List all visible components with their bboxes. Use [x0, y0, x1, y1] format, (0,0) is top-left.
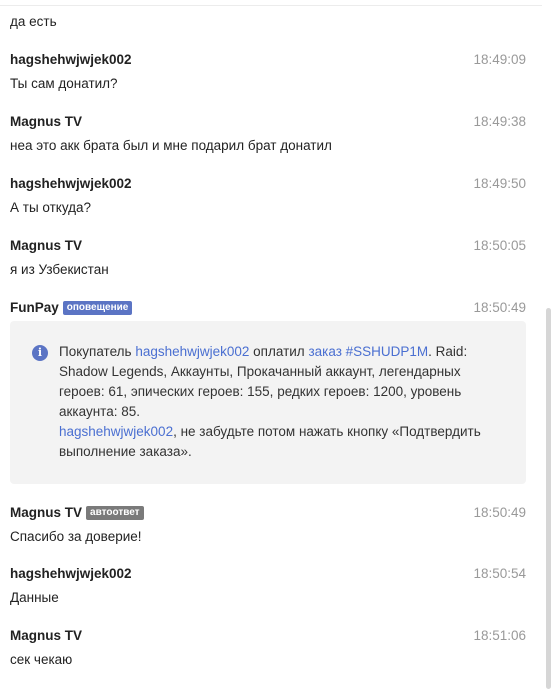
chat-message: Magnus TV автоответ 18:50:49 Спасибо за д… [10, 503, 526, 547]
message-author-link[interactable]: hagshehwjwjek002 [10, 174, 132, 194]
chat-message: Magnus TV 18:49:38 неа это акк брата был… [10, 112, 526, 156]
message-text: неа это акк брата был и мне подарил брат… [10, 138, 332, 153]
chat-message: hagshehwjwjek002 18:50:54 Данные [10, 564, 526, 608]
message-time: 18:49:38 [473, 114, 526, 129]
info-circle-icon: i [32, 345, 48, 361]
message-time: 18:51:06 [473, 628, 526, 643]
message-author-link[interactable]: hagshehwjwjek002 [10, 564, 132, 584]
message-time: 18:50:05 [473, 238, 526, 253]
buyer-link[interactable]: hagshehwjwjek002 [59, 424, 173, 439]
message-author-link[interactable]: Magnus TV [10, 236, 82, 256]
notification-badge: оповещение [62, 301, 133, 315]
message-text: Спасибо за доверие! [10, 529, 142, 544]
order-link[interactable]: заказ #SSHUDP1M [308, 344, 428, 359]
message-time: 18:50:54 [473, 566, 526, 581]
message-text: Ты сам донатил? [10, 76, 118, 91]
message-author-link[interactable]: Magnus TV [10, 112, 82, 132]
message-text: А ты откуда? [10, 200, 92, 215]
alert-paragraph-1: Покупатель hagshehwjwjek002 оплатил зака… [59, 344, 468, 419]
message-text: я из Узбекистан [10, 262, 109, 277]
buyer-link[interactable]: hagshehwjwjek002 [135, 344, 249, 359]
message-time: 18:49:09 [473, 52, 526, 67]
message-author-link[interactable]: Magnus TV [10, 626, 82, 646]
scrollbar-thumb[interactable] [546, 308, 551, 689]
chat-message: hagshehwjwjek002 18:49:50 А ты откуда? [10, 174, 526, 218]
system-message-header: FunPay оповещение 18:50:49 [10, 298, 526, 318]
top-divider [0, 5, 542, 6]
chat-message: hagshehwjwjek002 18:49:09 Ты сам донатил… [10, 50, 526, 94]
message-text: да есть [10, 14, 57, 29]
message-text: Данные [10, 590, 59, 605]
message-author-link[interactable]: hagshehwjwjek002 [10, 50, 132, 70]
chat-message: да есть [10, 12, 526, 32]
autoreply-badge: автоответ [86, 506, 144, 520]
message-time: 18:50:49 [473, 300, 526, 315]
message-text: сек чекаю [10, 652, 73, 667]
system-author: FunPay [10, 300, 59, 315]
chat-message: Magnus TV 18:51:06 сек чекаю [10, 626, 526, 670]
order-paid-alert: i Покупатель hagshehwjwjek002 оплатил за… [10, 321, 526, 484]
message-time: 18:50:49 [473, 505, 526, 520]
chat-message: Magnus TV 18:50:05 я из Узбекистан [10, 236, 526, 280]
message-time: 18:49:50 [473, 176, 526, 191]
alert-paragraph-2: hagshehwjwjek002, не забудьте потом нажа… [59, 424, 481, 459]
message-author-link[interactable]: Magnus TV [10, 503, 82, 523]
